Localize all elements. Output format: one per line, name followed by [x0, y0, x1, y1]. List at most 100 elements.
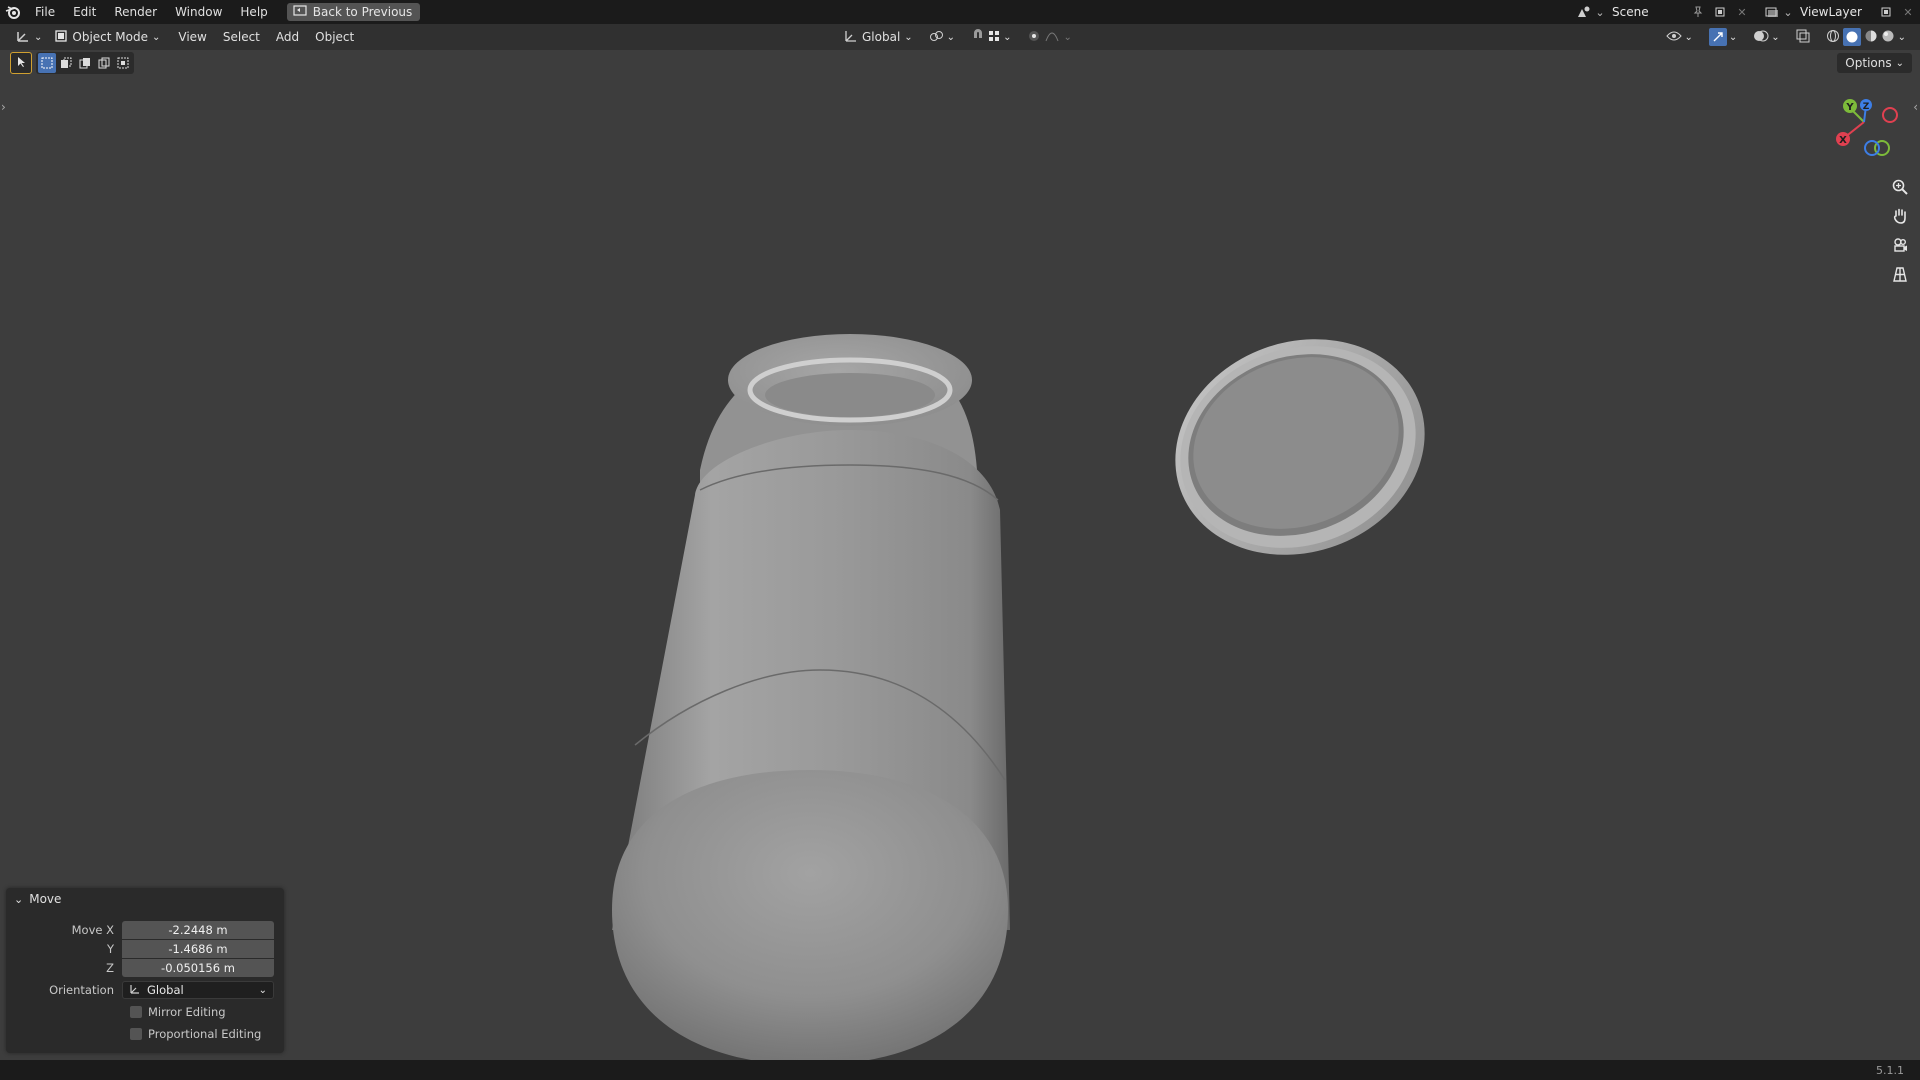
material-shading-icon[interactable]	[1864, 29, 1878, 46]
close-view-layer-icon[interactable]: ✕	[1900, 4, 1916, 20]
proportional-editing-row[interactable]: Proportional Editing	[6, 1025, 284, 1043]
menu-help[interactable]: Help	[231, 5, 276, 19]
move-x-field[interactable]: -2.2448 m	[122, 921, 274, 939]
camera-view-icon[interactable]	[1888, 233, 1912, 257]
back-to-previous-label: Back to Previous	[312, 5, 413, 19]
chevron-down-icon: ⌄	[1895, 57, 1904, 69]
chevron-down-icon: ⌄	[1063, 31, 1072, 43]
menu-add[interactable]: Add	[270, 27, 305, 47]
gizmo-toggle[interactable]: ⌄	[1703, 27, 1743, 47]
move-panel-header[interactable]: ⌄ Move	[6, 888, 284, 910]
chevron-down-icon: ⌄	[1728, 31, 1738, 43]
scene-selector[interactable]: Scene ✕	[1608, 2, 1754, 22]
menu-object[interactable]: Object	[309, 27, 360, 47]
menu-window[interactable]: Window	[166, 5, 231, 19]
mirror-editing-row[interactable]: Mirror Editing	[6, 1003, 284, 1021]
view-layer-name[interactable]: ViewLayer	[1800, 5, 1872, 19]
rendered-shading-icon[interactable]	[1881, 29, 1895, 46]
wireframe-shading-icon[interactable]	[1826, 29, 1840, 46]
navigation-gizmo[interactable]: Y Z X	[1824, 92, 1904, 172]
zoom-icon[interactable]	[1888, 175, 1912, 199]
menu-file[interactable]: File	[26, 5, 64, 19]
gizmo-neg-x-axis[interactable]	[1882, 107, 1898, 123]
select-tool-button[interactable]	[10, 52, 32, 74]
new-view-layer-icon[interactable]	[1878, 4, 1894, 20]
chevron-down-icon[interactable]: ⌄	[1592, 4, 1608, 20]
lid-mesh[interactable]	[1145, 305, 1456, 589]
options-label: Options	[1845, 56, 1892, 70]
chevron-down-icon: ⌄	[904, 31, 913, 43]
snap-toggle[interactable]: ⌄	[965, 27, 1017, 47]
chevron-down-icon: ⌄	[151, 31, 161, 43]
chevron-down-icon[interactable]: ⌄	[1780, 4, 1796, 20]
select-intersect-mode-icon[interactable]	[114, 53, 132, 73]
orientation-row: Orientation Global ⌄	[6, 981, 284, 999]
xray-toggle[interactable]	[1790, 27, 1816, 47]
hand-pan-icon[interactable]	[1888, 204, 1912, 228]
menu-select[interactable]: Select	[217, 27, 266, 47]
proportional-editing-toggle[interactable]: ⌄	[1021, 27, 1077, 47]
scene-type-icon[interactable]	[1576, 4, 1592, 20]
move-z-label: Z	[106, 961, 114, 975]
orientation-value: Global	[147, 983, 184, 997]
viewport-editor-icon	[16, 29, 32, 46]
mirror-editing-checkbox[interactable]	[130, 1006, 142, 1018]
orientation-label: Orientation	[49, 983, 114, 997]
top-menu-bar: File Edit Render Window Help Back to Pre…	[0, 0, 1920, 24]
menu-edit[interactable]: Edit	[64, 5, 105, 19]
move-y-label: Y	[106, 942, 114, 956]
object-mode-icon	[54, 29, 68, 46]
viewport-display-controls: ⌄ ⌄ ⌄ ⌄	[1660, 27, 1912, 47]
select-extend-mode-icon[interactable]	[57, 53, 75, 73]
visibility-dropdown[interactable]: ⌄	[1660, 27, 1698, 47]
back-to-previous-button[interactable]: Back to Previous	[286, 3, 421, 21]
chevron-down-icon: ⌄	[946, 31, 956, 43]
version-label: 5.1.1	[1876, 1063, 1904, 1077]
move-operator-panel: ⌄ Move Move X -2.2448 m Y -1.4686 m Z -0…	[6, 888, 284, 1053]
options-dropdown[interactable]: Options ⌄	[1837, 53, 1912, 73]
chevron-down-icon: ⌄	[1003, 31, 1012, 43]
view-layer-selector[interactable]: ViewLayer ✕	[1796, 2, 1920, 22]
select-invert-mode-icon[interactable]	[95, 53, 113, 73]
toolbar-expand-chevron-icon[interactable]: ›	[1, 100, 6, 114]
select-new-mode-icon[interactable]	[38, 53, 56, 73]
falloff-curve-icon	[1045, 29, 1059, 46]
top-right-controls: ⌄ Scene ✕ ⌄ ViewLayer ✕	[1576, 0, 1920, 24]
select-subtract-mode-icon[interactable]	[76, 53, 94, 73]
move-panel-title: Move	[29, 892, 62, 906]
orientation-dropdown[interactable]: Global ⌄	[122, 981, 274, 999]
gizmo-neg-z-axis[interactable]	[1864, 140, 1880, 156]
menu-render[interactable]: Render	[105, 5, 166, 19]
transform-orientation-dropdown[interactable]: Global ⌄	[838, 27, 919, 47]
pivot-point-dropdown[interactable]: ⌄	[923, 27, 961, 47]
chevron-down-icon[interactable]: ⌄	[1898, 32, 1906, 43]
view-layer-icon[interactable]	[1764, 4, 1780, 20]
menu-view[interactable]: View	[172, 27, 212, 47]
move-z-field[interactable]: -0.050156 m	[122, 959, 274, 977]
move-x-row: Move X -2.2448 m	[6, 921, 284, 939]
viewport-3d[interactable]	[0, 50, 1920, 1060]
pin-icon[interactable]	[1690, 4, 1706, 20]
editor-type-button[interactable]: ⌄	[10, 27, 48, 47]
object-mode-label: Object Mode	[72, 30, 148, 44]
snap-grid-icon	[987, 29, 1001, 46]
object-mode-dropdown[interactable]: Object Mode ⌄	[48, 27, 167, 47]
close-scene-icon[interactable]: ✕	[1734, 4, 1750, 20]
new-scene-icon[interactable]	[1712, 4, 1728, 20]
xray-icon	[1796, 29, 1810, 46]
status-bar: 5.1.1	[0, 1060, 1920, 1080]
orientation-axes-icon	[844, 29, 858, 46]
bottle-mesh[interactable]	[612, 334, 1010, 1060]
move-y-field[interactable]: -1.4686 m	[122, 940, 274, 958]
shading-modes: ⌄	[1820, 27, 1912, 47]
perspective-grid-icon[interactable]	[1888, 262, 1912, 286]
screen-icon	[293, 4, 307, 20]
mirror-editing-label: Mirror Editing	[148, 1005, 226, 1019]
blender-logo-icon[interactable]	[0, 5, 26, 19]
overlays-toggle[interactable]: ⌄	[1747, 27, 1785, 47]
toolbar-row	[10, 52, 134, 74]
proportional-editing-checkbox[interactable]	[130, 1028, 142, 1040]
scene-name[interactable]: Scene	[1612, 5, 1684, 19]
solid-shading-icon[interactable]	[1842, 28, 1861, 46]
sidebar-expand-chevron-icon[interactable]: ‹	[1913, 100, 1918, 114]
